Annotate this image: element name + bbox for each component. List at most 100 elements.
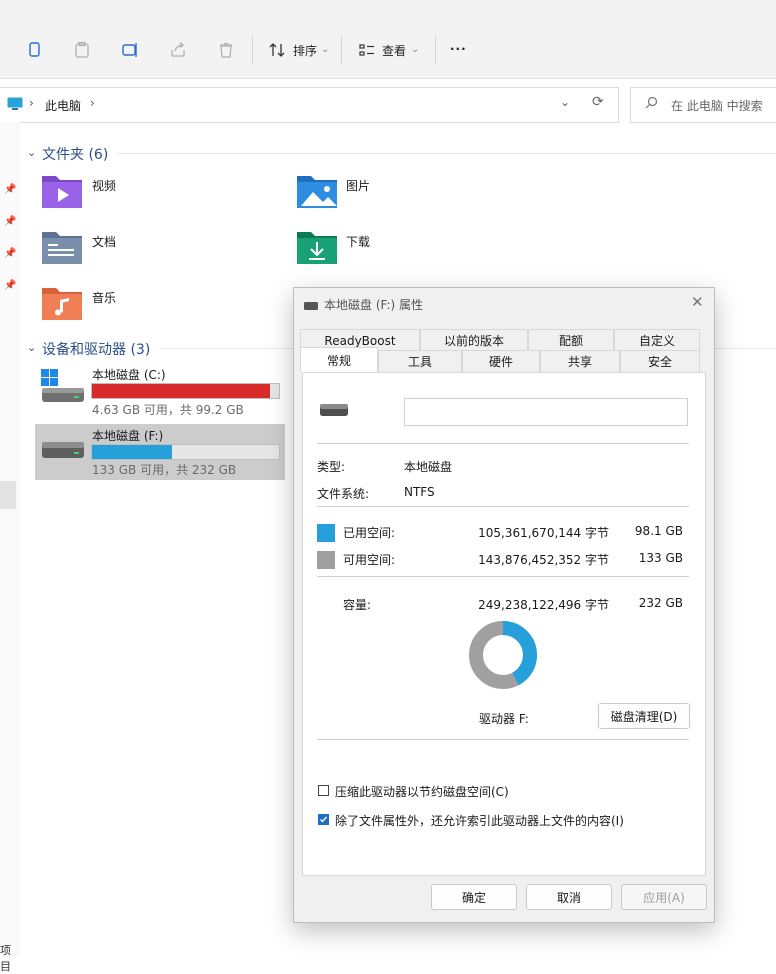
properties-dialog: 本地磁盘 (F:) 属性 ✕ ReadyBoost 以前的版本 配额 自定义 常… [293,287,715,923]
filesystem-value: NTFS [404,485,435,499]
sort-button[interactable]: 排序 [293,42,317,59]
drive-usage-fill-c [92,384,271,398]
used-space-size: 98.1 GB [634,524,683,538]
index-checkbox[interactable] [318,814,329,825]
drive-icon [304,299,318,313]
this-pc-icon [7,97,23,114]
address-bar[interactable]: › 此电脑 › ⌄ ⟳ [0,87,619,123]
drives-section-header[interactable]: 设备和驱动器 (3) [42,339,150,359]
drive-icon [319,403,349,420]
view-button[interactable]: 查看 [382,42,406,59]
tab-security[interactable]: 安全 [620,350,700,372]
capacity-bytes: 249,238,122,496 字节 [478,598,609,612]
search-icon [645,96,658,112]
pin-icon[interactable]: 📌 [4,280,16,291]
used-space-label: 已用空间: [343,526,396,540]
folder-label-videos[interactable]: 视频 [92,177,116,194]
tab-previous-versions[interactable]: 以前的版本 [420,329,528,351]
breadcrumb-separator: › [29,96,34,110]
chevron-down-icon[interactable]: ⌄ [560,95,570,109]
divider [317,506,689,507]
navigation-pane: 📌 📌 📌 📌 [0,122,20,957]
drive-detail-f: 133 GB 可用，共 232 GB [92,463,237,477]
breadcrumb-this-pc[interactable]: 此电脑 [45,97,81,114]
drive-usage-fill-f [92,445,172,459]
divider [317,443,689,444]
disk-cleanup-button[interactable]: 磁盘清理(D) [598,703,690,729]
music-folder-icon[interactable] [40,284,84,325]
checkmark-icon [320,816,328,823]
delete-icon[interactable] [211,36,241,64]
pin-icon[interactable]: 📌 [4,248,16,259]
drive-icon [40,438,86,465]
tab-customize[interactable]: 自定义 [614,329,700,351]
sort-icon[interactable] [262,36,292,64]
rename-icon[interactable] [115,36,145,64]
type-value: 本地磁盘 [404,460,453,474]
copy-icon[interactable] [20,36,50,64]
ok-button[interactable]: 确定 [431,884,517,910]
drive-usage-bar-f [91,444,280,460]
drive-detail-c: 4.63 GB 可用，共 99.2 GB [92,403,244,417]
dialog-title: 本地磁盘 (F:) 属性 [324,298,424,312]
free-space-label: 可用空间: [343,553,396,567]
folder-label-downloads[interactable]: 下载 [346,233,370,250]
chevron-down-icon: ⌄ [321,44,330,55]
more-options-button[interactable]: ··· [450,42,467,56]
view-icon[interactable] [352,36,382,64]
tab-sharing[interactable]: 共享 [540,350,620,372]
compress-label[interactable]: 压缩此驱动器以节约磁盘空间(C) [335,783,509,800]
compress-checkbox[interactable] [318,785,329,796]
paste-icon[interactable] [67,36,97,64]
folder-label-music[interactable]: 音乐 [92,289,116,306]
system-drive-icon [40,368,86,407]
apply-button[interactable]: 应用(A) [621,884,707,910]
command-bar: 排序 ⌄ 查看 ⌄ ··· [0,0,776,79]
share-icon[interactable] [163,36,193,64]
tab-hardware[interactable]: 硬件 [462,350,540,372]
close-icon[interactable]: ✕ [691,293,704,311]
drive-name-c[interactable]: 本地磁盘 (C:) [92,366,166,383]
volume-name-input[interactable] [404,398,688,426]
drive-usage-bar-c [91,383,280,399]
tab-row-front: 常规 工具 硬件 共享 安全 [300,347,700,372]
cancel-button[interactable]: 取消 [526,884,612,910]
used-space-swatch [317,524,335,542]
filesystem-label: 文件系统: [317,487,370,501]
documents-folder-icon[interactable] [40,228,84,269]
folder-label-documents[interactable]: 文档 [92,233,116,250]
pin-icon[interactable]: 📌 [4,216,16,227]
folders-section-header[interactable]: 文件夹 (6) [42,144,108,164]
index-label[interactable]: 除了文件属性外，还允许索引此驱动器上文件的内容(I) [335,812,624,829]
free-space-size: 133 GB [638,551,683,565]
videos-folder-icon[interactable] [40,172,84,213]
pin-icon[interactable]: 📌 [4,184,16,195]
status-bar-text: 项目 [0,944,11,973]
dialog-title-bar[interactable]: 本地磁盘 (F:) 属性 ✕ [294,288,714,318]
divider [317,576,689,577]
drive-letter-label: 驱动器 F: [479,712,529,726]
tab-general[interactable]: 常规 [300,347,378,372]
search-box[interactable]: 在 此电脑 中搜索 [630,87,776,123]
disk-usage-donut [469,621,537,689]
free-space-swatch [317,551,335,569]
folder-label-pictures[interactable]: 图片 [346,177,370,194]
nav-selected-item[interactable] [0,481,16,509]
chevron-down-icon: ⌄ [411,44,420,55]
drive-name-f[interactable]: 本地磁盘 (F:) [92,427,163,444]
section-divider [118,153,776,154]
breadcrumb-separator[interactable]: › [90,96,95,110]
collapse-chevron-icon[interactable]: ⌄ [27,146,36,159]
general-tab-panel: 类型: 本地磁盘 文件系统: NTFS 已用空间: 105,361,670,14… [302,372,706,876]
used-space-bytes: 105,361,670,144 字节 [478,526,609,540]
collapse-chevron-icon[interactable]: ⌄ [27,341,36,354]
downloads-folder-icon[interactable] [295,228,339,269]
tab-tools[interactable]: 工具 [378,350,462,372]
divider [317,739,689,740]
tab-quota[interactable]: 配额 [528,329,614,351]
pictures-folder-icon[interactable] [295,172,339,213]
free-space-bytes: 143,876,452,352 字节 [478,553,609,567]
capacity-label: 容量: [343,598,372,612]
capacity-size: 232 GB [638,596,683,610]
refresh-icon[interactable]: ⟳ [592,94,604,110]
